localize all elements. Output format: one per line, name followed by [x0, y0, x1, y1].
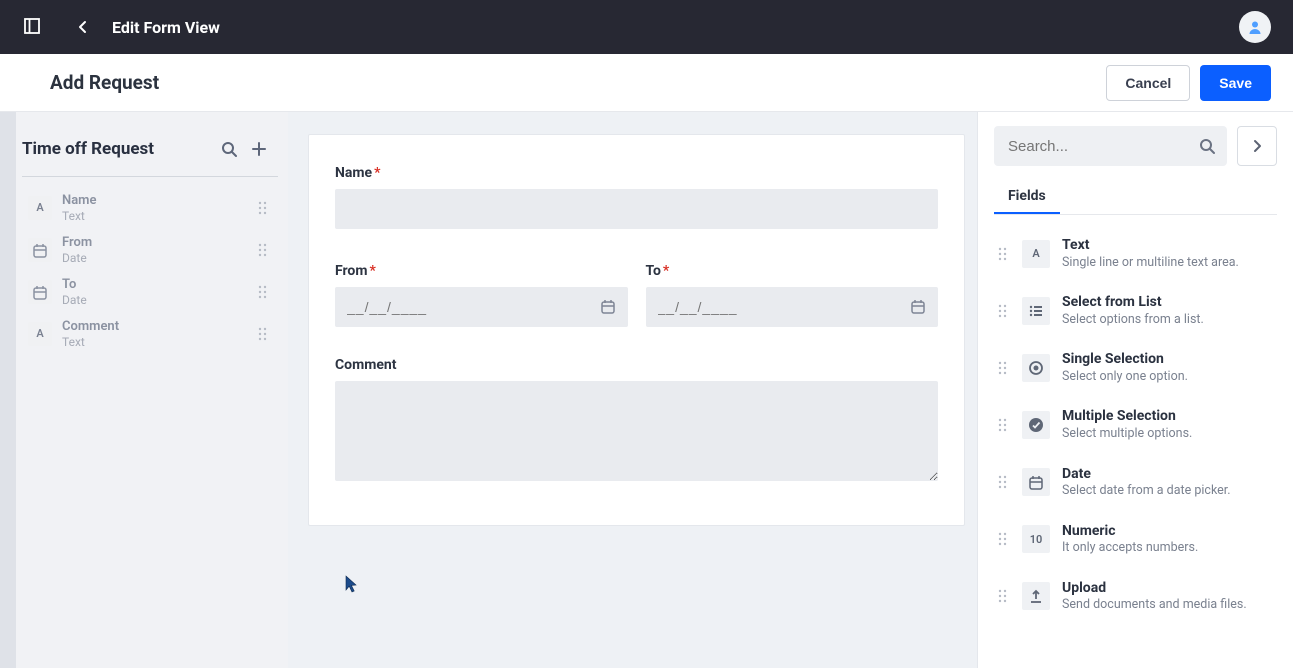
form-card: Name* From* To* — [308, 134, 965, 526]
name-label: Name* — [335, 165, 938, 181]
text-field-icon: A — [28, 196, 52, 220]
back-button[interactable] — [72, 16, 94, 38]
field-type-text[interactable]: A Text Single line or multiline text are… — [994, 225, 1277, 282]
field-type-label: Single Selection — [1062, 351, 1275, 369]
field-type-label: Numeric — [1062, 523, 1275, 541]
date-field-icon — [28, 238, 52, 262]
drag-handle-icon[interactable] — [996, 531, 1010, 547]
topbar-title: Edit Form View — [112, 18, 220, 37]
drag-handle-icon[interactable] — [996, 588, 1010, 604]
subheader: Add Request Cancel Save — [0, 54, 1293, 112]
check-icon — [1022, 411, 1050, 439]
field-type-desc: Select multiple options. — [1062, 426, 1275, 442]
drag-handle-icon[interactable] — [256, 242, 272, 258]
right-panel: Fields A Text Single line or multiline t… — [977, 112, 1293, 668]
sidebar-title: Time off Request — [22, 139, 214, 159]
to-label: To* — [646, 263, 939, 279]
sidebar-item-type: Text — [62, 209, 246, 223]
left-gutter — [0, 112, 16, 668]
cancel-button[interactable]: Cancel — [1106, 65, 1190, 101]
field-type-label: Multiple Selection — [1062, 408, 1275, 426]
sidebar-item-comment[interactable]: A Comment Text — [22, 313, 278, 355]
drag-handle-icon[interactable] — [996, 417, 1010, 433]
field-type-numeric[interactable]: 10 Numeric It only accepts numbers. — [994, 511, 1277, 568]
comment-label: Comment — [335, 357, 938, 373]
field-type-label: Date — [1062, 466, 1275, 484]
field-type-multiple-selection[interactable]: Multiple Selection Select multiple optio… — [994, 396, 1277, 453]
numeric-icon: 10 — [1022, 525, 1050, 553]
name-input[interactable] — [335, 189, 938, 229]
sidebar-item-label: Comment — [62, 319, 246, 335]
save-button[interactable]: Save — [1200, 65, 1271, 101]
field-type-label: Text — [1062, 237, 1275, 255]
from-date-input[interactable] — [335, 287, 628, 327]
calendar-icon[interactable] — [910, 298, 928, 316]
field-type-upload[interactable]: Upload Send documents and media files. — [994, 568, 1277, 625]
text-field-icon: A — [28, 322, 52, 346]
text-icon: A — [1022, 240, 1050, 268]
sidebar-item-type: Date — [62, 251, 246, 265]
field-type-single-selection[interactable]: Single Selection Select only one option. — [994, 339, 1277, 396]
field-type-label: Upload — [1062, 580, 1275, 598]
search-input[interactable] — [994, 126, 1227, 166]
field-type-label: Select from List — [1062, 294, 1275, 312]
to-date-input[interactable] — [646, 287, 939, 327]
cursor-icon — [344, 574, 358, 594]
from-label: From* — [335, 263, 628, 279]
comment-textarea[interactable] — [335, 381, 938, 481]
form-canvas: Name* From* To* — [288, 112, 977, 668]
calendar-icon[interactable] — [600, 298, 618, 316]
field-type-date[interactable]: Date Select date from a date picker. — [994, 454, 1277, 511]
field-type-select-list[interactable]: Select from List Select options from a l… — [994, 282, 1277, 339]
sidebar-item-label: To — [62, 277, 246, 293]
sidebar-item-name[interactable]: A Name Text — [22, 187, 278, 229]
field-type-desc: Select options from a list. — [1062, 312, 1275, 328]
sidebar-item-type: Date — [62, 293, 246, 307]
field-type-desc: Select date from a date picker. — [1062, 483, 1275, 499]
sidebar-item-from[interactable]: From Date — [22, 229, 278, 271]
drag-handle-icon[interactable] — [996, 246, 1010, 262]
sidebar-item-to[interactable]: To Date — [22, 271, 278, 313]
sidebar-divider — [22, 176, 278, 177]
tab-fields[interactable]: Fields — [994, 180, 1060, 214]
drag-handle-icon[interactable] — [256, 326, 272, 342]
sidebar: Time off Request A Name Text From — [16, 112, 288, 668]
sidebar-item-label: Name — [62, 193, 246, 209]
drag-handle-icon[interactable] — [256, 200, 272, 216]
drag-handle-icon[interactable] — [996, 474, 1010, 490]
upload-icon — [1022, 582, 1050, 610]
field-type-desc: Select only one option. — [1062, 369, 1275, 385]
field-type-desc: Send documents and media files. — [1062, 597, 1275, 613]
radio-icon — [1022, 354, 1050, 382]
list-icon — [1022, 297, 1050, 325]
drag-handle-icon[interactable] — [256, 284, 272, 300]
field-type-desc: It only accepts numbers. — [1062, 540, 1275, 556]
sidebar-item-label: From — [62, 235, 246, 251]
avatar[interactable] — [1239, 11, 1271, 43]
calendar-icon — [1022, 468, 1050, 496]
sidebar-item-type: Text — [62, 335, 246, 349]
drag-handle-icon[interactable] — [996, 303, 1010, 319]
drag-handle-icon[interactable] — [996, 360, 1010, 376]
search-icon[interactable] — [1199, 138, 1215, 154]
date-field-icon — [28, 280, 52, 304]
sidebar-search-icon[interactable] — [214, 134, 244, 164]
sidebar-add-icon[interactable] — [244, 134, 274, 164]
collapse-panel-button[interactable] — [1237, 126, 1277, 166]
field-type-desc: Single line or multiline text area. — [1062, 255, 1275, 271]
topbar: Edit Form View — [0, 0, 1293, 54]
panel-toggle-icon[interactable] — [22, 16, 44, 38]
page-title: Add Request — [50, 71, 159, 94]
